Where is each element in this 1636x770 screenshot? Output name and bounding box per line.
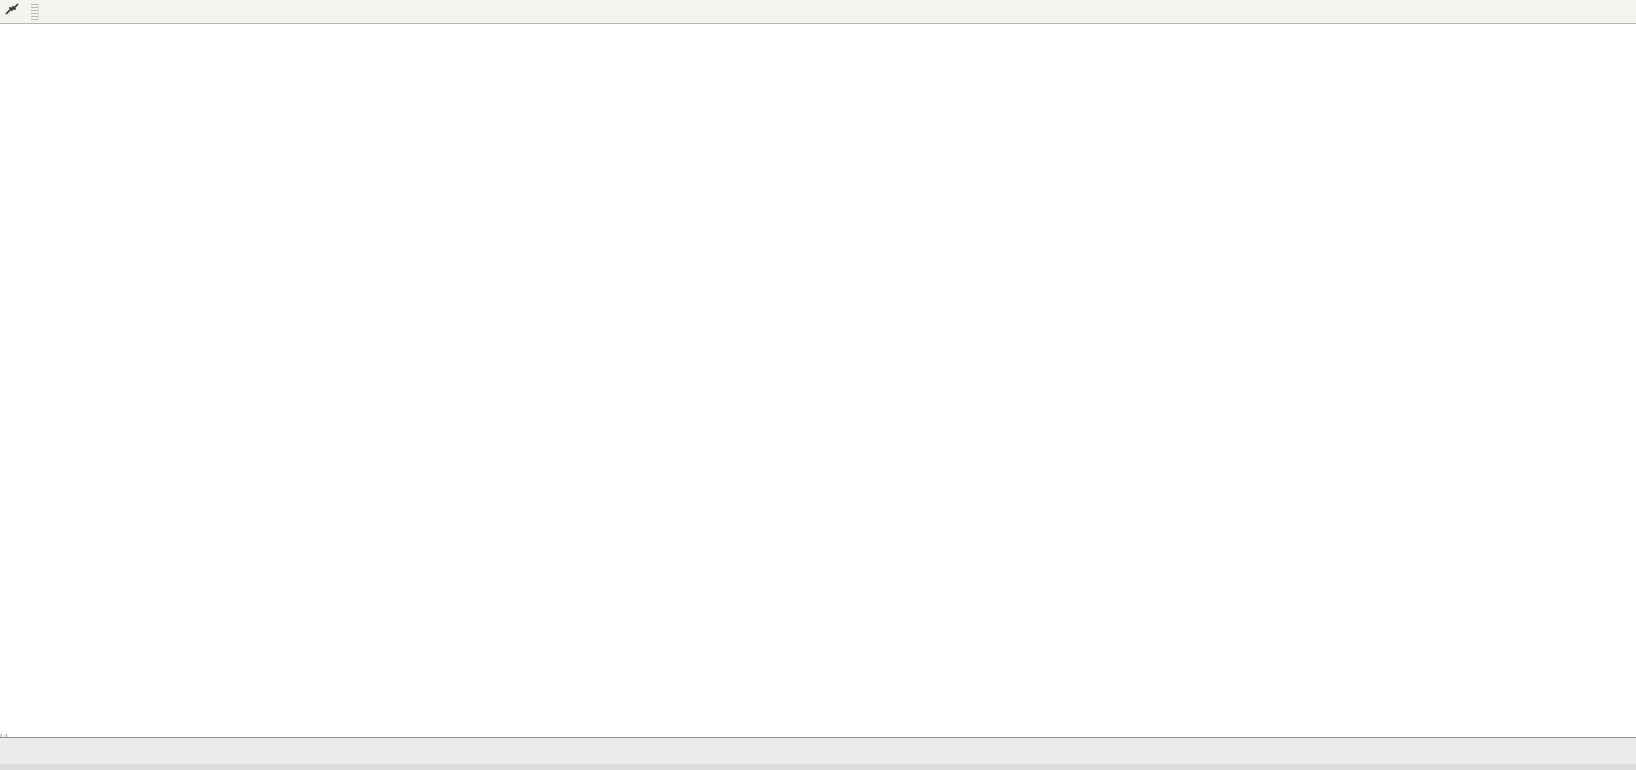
toolbar-grip xyxy=(31,4,39,20)
chart-tools-icon xyxy=(5,2,20,22)
chart-tab-bar xyxy=(0,737,1636,764)
chart-tools-button[interactable] xyxy=(0,2,29,22)
top-toolbar xyxy=(0,0,1636,24)
bottom-strip xyxy=(0,764,1636,770)
chart-canvas[interactable] xyxy=(0,25,1636,734)
